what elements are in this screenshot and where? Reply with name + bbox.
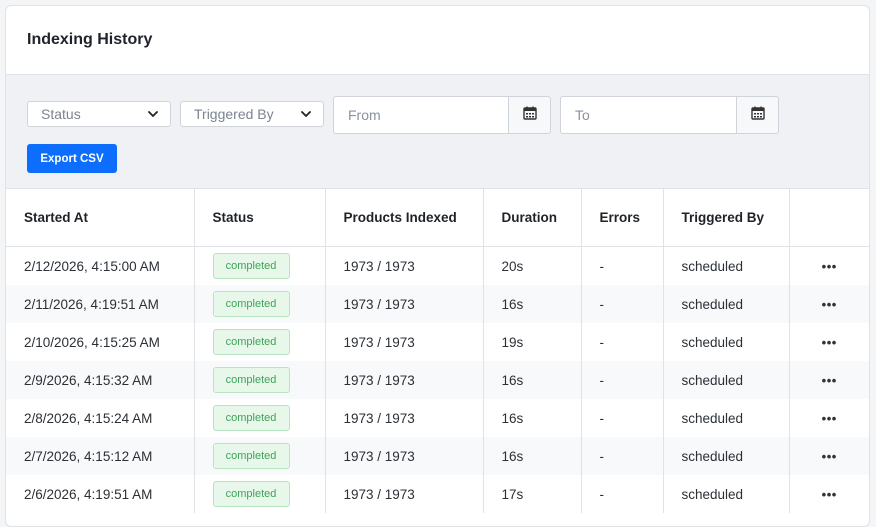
duration-cell: 20s	[483, 246, 582, 285]
triggered-by-cell: scheduled	[663, 361, 790, 399]
started-at-cell: 2/11/2026, 4:19:51 AM	[6, 285, 195, 323]
started-at-cell: 2/6/2026, 4:19:51 AM	[6, 475, 195, 513]
column-header-started-at[interactable]: Started At	[6, 189, 195, 247]
triggered-by-cell: scheduled	[663, 323, 790, 361]
chevron-down-icon	[301, 109, 311, 119]
more-horizontal-icon[interactable]: •••	[822, 259, 837, 274]
status-badge: completed	[212, 253, 290, 279]
column-header-errors[interactable]: Errors	[581, 189, 664, 247]
errors-cell: -	[581, 475, 664, 513]
status-badge: completed	[212, 443, 290, 469]
duration-cell: 16s	[483, 399, 582, 437]
status-cell: completed	[194, 437, 326, 475]
errors-cell: -	[581, 437, 664, 475]
table-row[interactable]: 2/6/2026, 4:19:51 AM completed 1973 / 1973…	[6, 475, 869, 513]
products-indexed-cell: 1973 / 1973	[325, 475, 484, 513]
status-filter-placeholder: Status	[41, 106, 81, 122]
status-cell: completed	[194, 246, 326, 285]
status-cell: completed	[194, 285, 326, 323]
triggered-by-cell: scheduled	[663, 285, 790, 323]
table-row[interactable]: 2/12/2026, 4:15:00 AM completed 1973 / 197…	[6, 246, 869, 286]
column-header-status[interactable]: Status	[194, 189, 326, 247]
export-csv-button[interactable]: Export CSV	[27, 144, 117, 173]
status-cell: completed	[194, 323, 326, 361]
errors-cell: -	[581, 361, 664, 399]
more-horizontal-icon[interactable]: •••	[822, 411, 837, 426]
actions-cell: •••	[789, 323, 869, 361]
products-indexed-cell: 1973 / 1973	[325, 323, 484, 361]
duration-cell: 16s	[483, 437, 582, 475]
calendar-icon	[750, 106, 765, 125]
from-date-group	[333, 96, 551, 134]
triggered-by-cell: scheduled	[663, 399, 790, 437]
column-header-triggered-by[interactable]: Triggered By	[663, 189, 790, 247]
table-row[interactable]: 2/8/2026, 4:15:24 AM completed 1973 / 1973…	[6, 399, 869, 437]
started-at-cell: 2/9/2026, 4:15:32 AM	[6, 361, 195, 399]
started-at-cell: 2/8/2026, 4:15:24 AM	[6, 399, 195, 437]
products-indexed-cell: 1973 / 1973	[325, 285, 484, 323]
status-badge: completed	[212, 405, 290, 431]
errors-cell: -	[581, 399, 664, 437]
errors-cell: -	[581, 285, 664, 323]
started-at-cell: 2/12/2026, 4:15:00 AM	[6, 246, 195, 285]
table-header-row: Started At Status Products Indexed Durat…	[6, 189, 869, 247]
duration-cell: 19s	[483, 323, 582, 361]
page-title: Indexing History	[27, 31, 153, 48]
actions-cell: •••	[789, 285, 869, 323]
actions-cell: •••	[789, 399, 869, 437]
column-header-products-indexed[interactable]: Products Indexed	[325, 189, 484, 247]
table-row[interactable]: 2/11/2026, 4:19:51 AM completed 1973 / 197…	[6, 285, 869, 323]
to-date-picker-button[interactable]	[736, 96, 779, 134]
table-row[interactable]: 2/10/2026, 4:15:25 AM completed 1973 / 197…	[6, 323, 869, 361]
status-cell: completed	[194, 475, 326, 513]
started-at-cell: 2/7/2026, 4:15:12 AM	[6, 437, 195, 475]
table-row[interactable]: 2/7/2026, 4:15:12 AM completed 1973 / 1973…	[6, 437, 869, 475]
to-date-group	[560, 96, 779, 134]
duration-cell: 16s	[483, 285, 582, 323]
triggered-by-cell: scheduled	[663, 475, 790, 513]
status-badge: completed	[212, 291, 290, 317]
card-header: Indexing History	[6, 6, 869, 75]
table-row[interactable]: 2/9/2026, 4:15:32 AM completed 1973 / 1973…	[6, 361, 869, 399]
status-badge: completed	[212, 481, 290, 507]
duration-cell: 16s	[483, 361, 582, 399]
products-indexed-cell: 1973 / 1973	[325, 399, 484, 437]
started-at-cell: 2/10/2026, 4:15:25 AM	[6, 323, 195, 361]
more-horizontal-icon[interactable]: •••	[822, 335, 837, 350]
more-horizontal-icon[interactable]: •••	[822, 487, 837, 502]
triggered-by-filter-select[interactable]: Triggered By	[180, 101, 324, 127]
indexing-history-card: Indexing History Status Triggered By Fro…	[5, 5, 870, 527]
more-horizontal-icon[interactable]: •••	[822, 373, 837, 388]
products-indexed-cell: 1973 / 1973	[325, 246, 484, 285]
status-cell: completed	[194, 361, 326, 399]
duration-cell: 17s	[483, 475, 582, 513]
triggered-by-cell: scheduled	[663, 246, 790, 285]
filter-bar: Status Triggered By From To Export CSV	[6, 75, 869, 189]
actions-cell: •••	[789, 437, 869, 475]
errors-cell: -	[581, 323, 664, 361]
status-badge: completed	[212, 329, 290, 355]
products-indexed-cell: 1973 / 1973	[325, 437, 484, 475]
from-date-input[interactable]	[333, 96, 508, 134]
column-header-actions	[789, 189, 869, 247]
calendar-icon	[522, 106, 537, 125]
to-date-input[interactable]	[560, 96, 736, 134]
column-header-duration[interactable]: Duration	[483, 189, 582, 247]
triggered-by-cell: scheduled	[663, 437, 790, 475]
status-filter-select[interactable]: Status	[27, 101, 171, 127]
products-indexed-cell: 1973 / 1973	[325, 361, 484, 399]
actions-cell: •••	[789, 247, 869, 286]
actions-cell: •••	[789, 361, 869, 399]
indexing-history-table: Started At Status Products Indexed Durat…	[6, 189, 869, 513]
actions-cell: •••	[789, 475, 869, 513]
more-horizontal-icon[interactable]: •••	[822, 449, 837, 464]
chevron-down-icon	[148, 109, 158, 119]
errors-cell: -	[581, 246, 664, 285]
from-date-picker-button[interactable]	[508, 96, 551, 134]
status-cell: completed	[194, 399, 326, 437]
triggered-by-filter-placeholder: Triggered By	[194, 106, 274, 122]
more-horizontal-icon[interactable]: •••	[822, 297, 837, 312]
status-badge: completed	[212, 367, 290, 393]
